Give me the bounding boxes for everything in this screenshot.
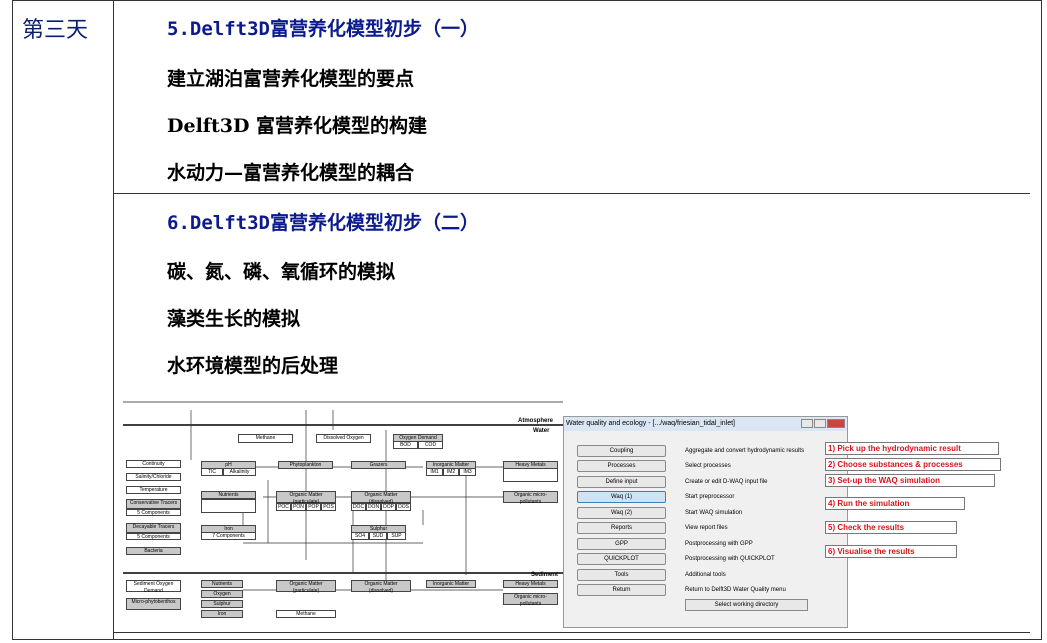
step-label-3: 3) Set-up the WAQ simulation [825, 474, 995, 487]
define-input-button[interactable]: Define input [577, 476, 666, 488]
don-cell: DON [366, 503, 381, 511]
alkalinity-cell: Alkalinity [223, 468, 256, 476]
methane-box: Methane [238, 434, 293, 443]
reports-button[interactable]: Reports [577, 522, 666, 534]
grazers-box: Grazers [351, 461, 406, 469]
sed-sulphur-box: Sulphur [201, 600, 243, 608]
sed-inorganic-box: Inorganic Matter [426, 580, 476, 588]
gpp-desc: Postprocessing with GPP [685, 541, 753, 547]
maximize-button[interactable] [814, 419, 826, 428]
waq1-desc: Start preprocessor [685, 494, 735, 500]
row-divider [113, 193, 1030, 194]
day-label: 第三天 [22, 18, 89, 43]
sediment-label: Sediment [531, 572, 559, 578]
dop-cell: DOP [381, 503, 396, 511]
microphytobenthos-box: Micro-phytobenthos [126, 598, 181, 610]
pop-cell: POP [306, 503, 321, 511]
gpp-button[interactable]: GPP [577, 538, 666, 550]
section1-heading: 5.Delft3D富营养化模型初步（一） [167, 18, 479, 40]
organic-micropollutants-box: Organic micro-pollutants [503, 491, 558, 505]
sed-iron-box: Iron [201, 610, 243, 618]
so4-cell: SO4 [351, 532, 369, 540]
poc-cell: POC [276, 503, 291, 511]
dissolved-oxygen-box: Dissolved Oxygen [316, 434, 371, 443]
select-working-directory-button[interactable]: Select working directory [685, 599, 808, 611]
decayable-box: Decayable Tracers [126, 523, 181, 533]
quickplot-desc: Postprocessing with QUICKPLOT [685, 556, 775, 562]
heavy-metals-cells [503, 468, 558, 482]
window-titlebar: Water quality and ecology - [.../waq/fri… [564, 417, 847, 431]
section2-item: 碳、氮、磷、氧循环的模拟 [167, 261, 396, 283]
continuity-box: Continuity [126, 460, 181, 468]
sed-om-dissolved-box: Organic Matter (dissolved) [351, 580, 411, 594]
tools-desc: Additional tools [685, 572, 726, 578]
im3-cell: IM3 [459, 468, 476, 476]
iron-count: 7 Components [201, 532, 256, 540]
section2-item: 藻类生长的模拟 [167, 308, 301, 330]
sup-cell: SUP [387, 532, 406, 540]
im2-cell: IM2 [443, 468, 459, 476]
step-label-5: 5) Check the results [825, 521, 957, 534]
section2-item: 水环境模型的后处理 [167, 355, 339, 377]
sed-organic-micro-box: Organic micro-pollutants [503, 593, 558, 607]
section1-item: Delft3D 富营养化模型的构建 [167, 115, 428, 137]
tools-button[interactable]: Tools [577, 569, 666, 581]
nutrients-cells [201, 499, 256, 513]
processes-desc: Select processes [685, 463, 731, 469]
dos-cell: DOS [396, 503, 411, 511]
section2-heading: 6.Delft3D富营养化模型初步（二） [167, 212, 479, 234]
minimize-button[interactable] [801, 419, 813, 428]
sed-heavy-metals-box: Heavy Metals [503, 580, 558, 588]
bod-cell: BOD [393, 441, 418, 449]
temperature-box: Temperature [126, 486, 181, 494]
waq1-button[interactable]: Waq (1) [577, 491, 666, 503]
sed-om-particulate-box: Organic Matter (particulate) [276, 580, 336, 594]
step-label-6: 6) Visualise the results [825, 545, 957, 558]
sediment-oxygen-box: Sediment Oxygen Demand [126, 580, 181, 594]
atmosphere-label: Atmosphere [518, 418, 554, 424]
column-divider [113, 0, 114, 640]
close-button[interactable] [827, 419, 845, 428]
pos-cell: POS [321, 503, 336, 511]
return-desc: Return to Delft3D Water Quality menu [685, 587, 786, 593]
om-dissolved-box: Organic Matter (dissolved) [351, 491, 411, 505]
processes-button[interactable]: Processes [577, 460, 666, 472]
im1-cell: IM1 [426, 468, 443, 476]
cod-cell: COD [418, 441, 443, 449]
section1-item: 建立湖泊富营养化模型的要点 [167, 68, 415, 90]
sed-oxygen-box: Oxygen [201, 590, 243, 598]
conservative-count: 5 Components [126, 509, 181, 516]
quickplot-button[interactable]: QUICKPLOT [577, 553, 666, 565]
define-input-desc: Create or edit D-WAQ input file [685, 479, 768, 485]
sed-nutrients-box: Nutrients [201, 580, 243, 588]
window-title: Water quality and ecology - [.../waq/fri… [566, 420, 735, 427]
row-divider-bottom [113, 632, 1030, 633]
doc-cell: DOC [351, 503, 366, 511]
coupling-desc: Aggregate and convert hydrodynamic resul… [685, 448, 805, 454]
decayable-count: 5 Components [126, 533, 181, 540]
sed-methane-box: Methane [276, 610, 336, 618]
step-label-1: 1) Pick up the hydrodynamic result [825, 442, 999, 455]
pon-cell: PON [291, 503, 306, 511]
return-button[interactable]: Return [577, 584, 666, 596]
bacteria-box: Bacteria [126, 547, 181, 555]
phytoplankton-box: Phytoplankton [278, 461, 333, 469]
waq-window: Water quality and ecology - [.../waq/fri… [563, 416, 848, 628]
water-label: Water [533, 428, 550, 434]
section1-item: 水动力—富营养化模型的耦合 [167, 162, 415, 184]
tic-cell: TIC [201, 468, 223, 476]
coupling-button[interactable]: Coupling [577, 445, 666, 457]
step-label-4: 4) Run the simulation [825, 497, 965, 510]
conservative-box: Conservative Tracers [126, 499, 181, 509]
step-label-2: 2) Choose substances & processes [825, 458, 1001, 471]
salinity-box: Salinity/Chloride [126, 473, 181, 481]
waq2-desc: Start WAQ simulation [685, 510, 743, 516]
nutrients-box: Nutrients [201, 491, 256, 499]
sud-cell: SUD [369, 532, 387, 540]
om-particulate-box: Organic Matter (particulate) [276, 491, 336, 505]
reports-desc: View report files [685, 525, 728, 531]
process-diagram: Atmosphere Water Sediment Methane Dissol… [123, 400, 563, 628]
waq2-button[interactable]: Waq (2) [577, 507, 666, 519]
